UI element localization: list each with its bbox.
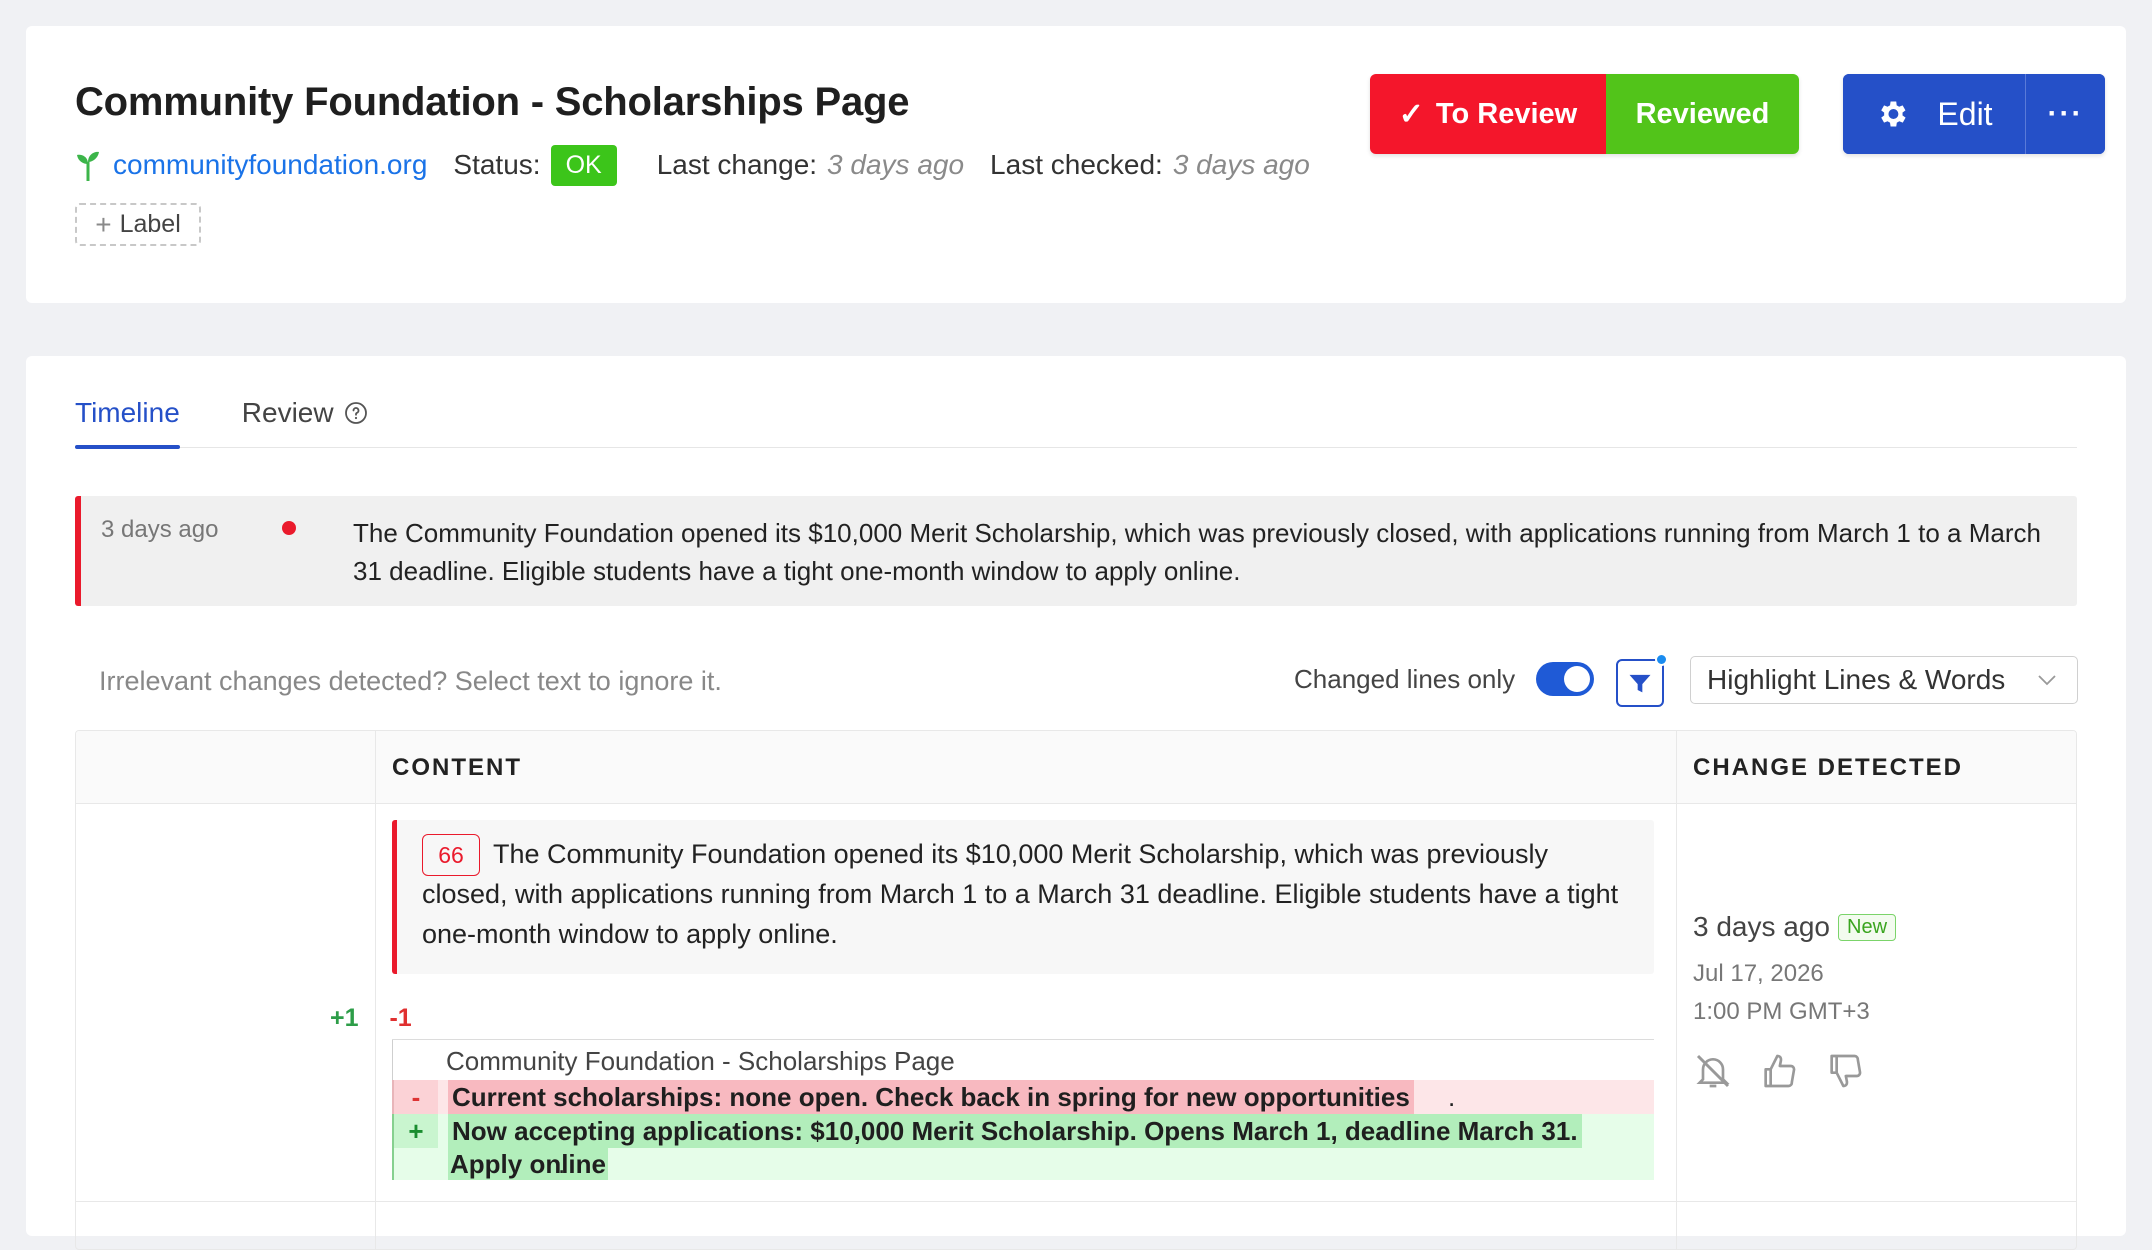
diff-added-line: + Now accepting applications: $10,000 Me… [392,1114,1654,1180]
removed-sign: - [394,1080,438,1114]
filter-icon [1629,674,1651,693]
reviewed-label: Reviewed [1635,97,1770,130]
help-icon[interactable] [344,401,368,425]
sprout-icon [75,148,101,182]
meta-row: communityfoundation.org Status: OK Last … [75,140,1336,190]
edit-button[interactable]: Edit [1843,74,2025,154]
column-change-detected: CHANGE DETECTED [1693,753,1964,781]
removed-period: . [1448,1082,1456,1112]
edit-label: Edit [1937,95,1993,132]
filter-active-dot [1655,653,1668,666]
last-change-value: 3 days ago [827,149,965,180]
filter-button[interactable] [1616,653,1668,707]
added-count: +1 [330,1004,359,1032]
edit-button-group: Edit ··· [1843,74,2105,154]
last-change-label: Last change: [656,149,818,180]
changed-lines-toggle[interactable] [1536,662,1594,696]
changed-lines-label: Changed lines only [1294,664,1516,694]
tab-review-label: Review [241,397,334,428]
tab-timeline[interactable]: Timeline [75,378,180,449]
gear-icon [1881,101,1907,127]
removed-count: -1 [389,1004,412,1032]
last-checked-value: 3 days ago [1172,149,1310,180]
feedback-actions [1693,1051,2073,1091]
diff-block: Community Foundation - Scholarships Page… [392,1039,1654,1180]
reviewed-button[interactable]: Reviewed [1606,74,1799,154]
new-badge: New [1838,913,1897,941]
main-card: Timeline Review 3 days ago The Community… [26,356,2126,1250]
unread-dot [282,521,296,535]
to-review-button[interactable]: ✓ To Review [1370,74,1606,154]
summary-time: 3 days ago [101,516,219,543]
added-sign: + [394,1114,438,1148]
add-label-text: Label [119,210,181,238]
thumbs-up-icon[interactable] [1759,1051,1799,1091]
page-title: Community Foundation - Scholarships Page [75,80,910,124]
added-text-2: Apply online [448,1148,608,1180]
mute-notification-icon[interactable] [1693,1051,1733,1091]
added-text-1: Now accepting applications: $10,000 Meri… [448,1114,1582,1148]
toggle-knob [1564,666,1590,692]
status-label: Status: [453,149,541,180]
check-icon: ✓ [1398,97,1424,131]
detected-time-text: 1:00 PM GMT+3 [1693,998,1870,1025]
detected-ago: 3 days ago New [1693,911,2073,943]
content-snippet[interactable]: 66 The Community Foundation opened its $… [392,820,1654,974]
detected-ago-text: 3 days ago [1693,911,1830,942]
tab-bar: Timeline Review [75,378,2077,449]
content-text: The Community Foundation opened its $10,… [422,839,1619,949]
detected-date-text: Jul 17, 2026 [1693,960,1824,987]
tab-timeline-label: Timeline [75,397,180,428]
to-review-label: To Review [1435,97,1578,130]
status-badge: OK [550,144,617,186]
highlight-mode-value: Highlight Lines & Words [1707,664,2006,695]
highlight-mode-select[interactable]: Highlight Lines & Words [1690,656,2078,704]
monitor-header-card: Community Foundation - Scholarships Page… [26,26,2126,303]
column-divider [1676,731,1677,1249]
summary-text: The Community Foundation opened its $10,… [353,518,2041,586]
tab-review[interactable]: Review [242,378,368,448]
content-cell: 66 The Community Foundation opened its $… [375,731,1676,1249]
last-checked-label: Last checked: [990,149,1163,180]
ignore-hint: Irrelevant changes detected? Select text… [99,666,722,696]
thumbs-down-icon[interactable] [1825,1051,1865,1091]
change-summary[interactable]: 3 days ago The Community Foundation open… [75,496,2077,606]
diff-context-line: Community Foundation - Scholarships Page [446,1046,955,1076]
more-options-button[interactable]: ··· [2025,74,2105,154]
add-label-button[interactable]: + Label [75,203,201,246]
removed-text: Current scholarships: none open. Check b… [448,1080,1414,1114]
detected-date: Jul 17, 2026 1:00 PM GMT+3 [1693,955,2073,1031]
changes-table: CONTENT CHANGE DETECTED 66 The Community… [75,730,2077,1250]
plus-icon: + [95,208,112,240]
chevron-down-icon [2038,675,2056,686]
added-period: . [558,1149,566,1179]
diff-counts: +1 -1 [330,1004,412,1033]
review-button-group: ✓ To Review Reviewed [1370,74,1799,154]
site-url-link[interactable]: communityfoundation.org [113,149,427,181]
row-divider [76,1201,2076,1202]
change-detected-cell: 3 days ago New Jul 17, 2026 1:00 PM GMT+… [1693,911,2073,1091]
diff-removed-line: - Current scholarships: none open. Check… [392,1080,1654,1114]
